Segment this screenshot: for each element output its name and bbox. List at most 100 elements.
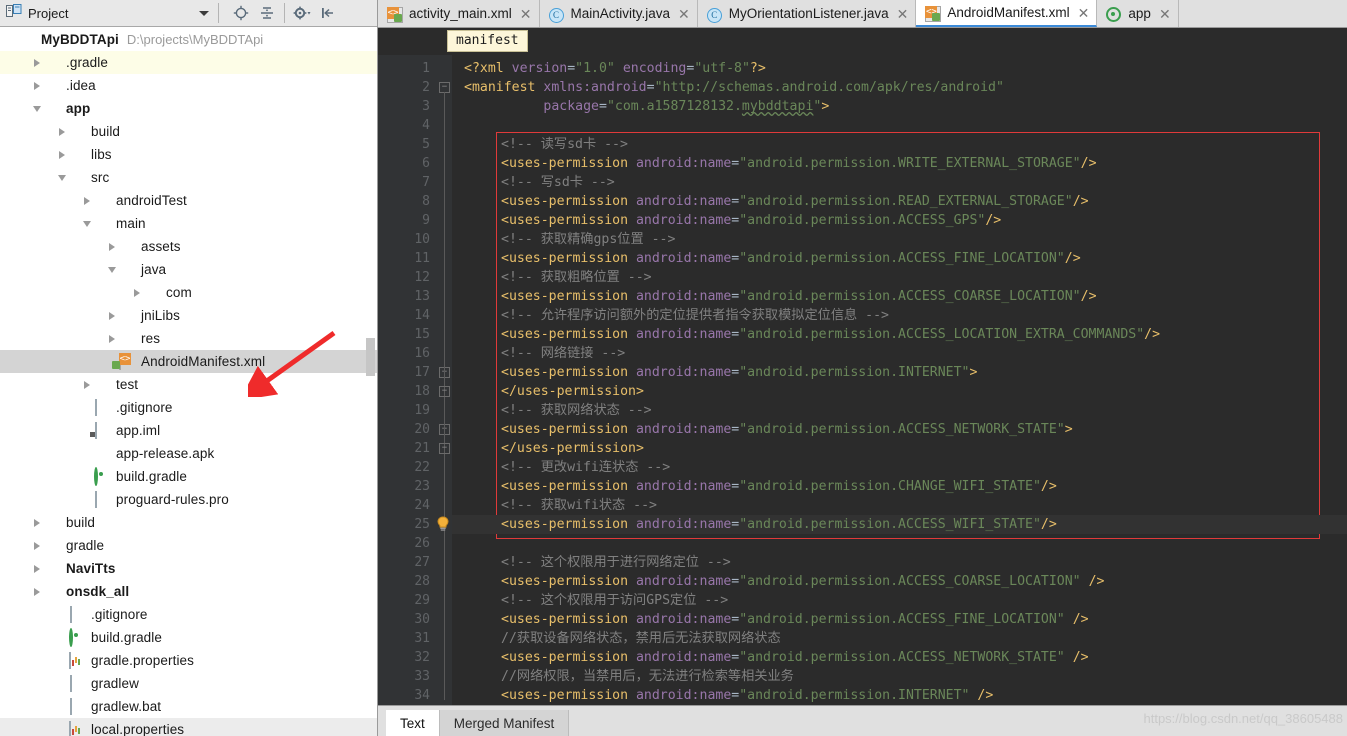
code-line[interactable]: <!-- 更改wifi连状态 --> xyxy=(501,458,670,477)
tree-row--gitignore[interactable]: .gitignore xyxy=(0,396,377,419)
tree-toggle-icon[interactable] xyxy=(56,125,69,138)
tree-toggle-icon[interactable] xyxy=(31,585,44,598)
breadcrumb-manifest[interactable]: manifest xyxy=(447,30,528,52)
tree-toggle-icon[interactable] xyxy=(106,240,119,253)
tree-row-test[interactable]: test xyxy=(0,373,377,396)
code-line[interactable]: <!-- 这个权限用于进行网络定位 --> xyxy=(501,553,731,572)
code-line[interactable]: <!-- 读写sd卡 --> xyxy=(501,135,628,154)
scrollbar-thumb[interactable] xyxy=(366,338,375,376)
close-icon[interactable]: ✕ xyxy=(1159,7,1171,21)
collapse-all-icon[interactable] xyxy=(255,2,279,24)
tree-toggle-icon[interactable] xyxy=(56,631,69,644)
tree-row-build-gradle[interactable]: build.gradle xyxy=(0,626,377,649)
editor-tab-myorientationlistener-java[interactable]: C MyOrientationListener.java ✕ xyxy=(697,0,917,27)
code-line[interactable]: </uses-permission> xyxy=(501,382,644,401)
tree-row-java[interactable]: java xyxy=(0,258,377,281)
tree-toggle-icon[interactable] xyxy=(81,194,94,207)
code-line[interactable]: <uses-permission android:name="android.p… xyxy=(501,363,977,382)
tree-toggle-icon[interactable] xyxy=(81,470,94,483)
code-line[interactable]: <?xml version="1.0" encoding="utf-8"?> xyxy=(464,59,766,78)
tree-toggle-icon[interactable] xyxy=(106,309,119,322)
tree-toggle-icon[interactable] xyxy=(31,56,44,69)
tree-row-build[interactable]: build xyxy=(0,511,377,534)
tree-row-assets[interactable]: assets xyxy=(0,235,377,258)
editor-tab-androidmanifest-xml[interactable]: AndroidManifest.xml ✕ xyxy=(916,0,1098,27)
hide-panel-icon[interactable] xyxy=(316,2,340,24)
code-line[interactable]: <uses-permission android:name="android.p… xyxy=(501,610,1089,629)
tree-toggle-icon[interactable] xyxy=(81,217,94,230)
tree-row-libs[interactable]: libs xyxy=(0,143,377,166)
tree-row-build-gradle[interactable]: build.gradle xyxy=(0,465,377,488)
tree-row-onsdk-all[interactable]: onsdk_all xyxy=(0,580,377,603)
tree-row-app-release-apk[interactable]: app-release.apk xyxy=(0,442,377,465)
tree-row-local-properties[interactable]: local.properties xyxy=(0,718,377,736)
close-icon[interactable]: ✕ xyxy=(1078,6,1090,20)
code-line[interactable]: <!-- 获取精确gps位置 --> xyxy=(501,230,675,249)
code-line[interactable]: <!-- 获取网络状态 --> xyxy=(501,401,652,420)
code-line[interactable]: </uses-permission> xyxy=(501,439,644,458)
tree-toggle-icon[interactable] xyxy=(81,401,94,414)
tree-toggle-icon[interactable] xyxy=(56,700,69,713)
tree-toggle[interactable] xyxy=(6,33,19,46)
code-line[interactable]: <uses-permission android:name="android.p… xyxy=(501,420,1073,439)
tree-row-app-iml[interactable]: app.iml xyxy=(0,419,377,442)
code-line[interactable]: <manifest xmlns:android="http://schemas.… xyxy=(464,78,1004,97)
tree-row-gradlew[interactable]: gradlew xyxy=(0,672,377,695)
code-line[interactable]: <uses-permission android:name="android.p… xyxy=(501,192,1089,211)
project-panel-scrollbar[interactable] xyxy=(366,28,375,735)
chevron-down-icon[interactable] xyxy=(199,10,209,16)
tree-row-androidmanifest-xml[interactable]: AndroidManifest.xml xyxy=(0,350,377,373)
tree-row-gradle-properties[interactable]: gradle.properties xyxy=(0,649,377,672)
code-editor[interactable]: 1 2 3 4 5 6 7 8 9 10 11 12 13 14 15 16 17 18 19 20 21 22 23 24 2… xyxy=(378,55,1347,705)
code-line[interactable]: //网络权限，当禁用后，无法进行检索等相关业务 xyxy=(501,667,794,686)
code-line[interactable]: //获取设备网络状态，禁用后无法获取网络状态 xyxy=(501,629,781,648)
code-line[interactable]: <uses-permission android:name="android.p… xyxy=(501,686,993,705)
fold-end-icon[interactable]: − xyxy=(439,386,450,397)
tree-row-main[interactable]: main xyxy=(0,212,377,235)
tree-toggle-icon[interactable] xyxy=(31,516,44,529)
tree-row--gradle[interactable]: .gradle xyxy=(0,51,377,74)
close-icon[interactable]: ✕ xyxy=(520,7,532,21)
close-icon[interactable]: ✕ xyxy=(678,7,690,21)
tree-row-jnilibs[interactable]: jniLibs xyxy=(0,304,377,327)
code-line[interactable]: package="com.a1587128132.mybddtapi"> xyxy=(464,97,829,116)
tree-row-src[interactable]: src xyxy=(0,166,377,189)
tree-row-proguard-rules-pro[interactable]: proguard-rules.pro xyxy=(0,488,377,511)
editor-tab-mainactivity-java[interactable]: C MainActivity.java ✕ xyxy=(539,0,698,27)
code-line[interactable]: <uses-permission android:name="android.p… xyxy=(501,572,1104,591)
tree-row--gitignore[interactable]: .gitignore xyxy=(0,603,377,626)
project-view-selector[interactable]: Project xyxy=(0,0,218,26)
close-icon[interactable]: ✕ xyxy=(897,7,909,21)
tree-toggle-icon[interactable] xyxy=(31,102,44,115)
bottom-tab-text[interactable]: Text xyxy=(386,710,440,736)
tree-row-gradlew-bat[interactable]: gradlew.bat xyxy=(0,695,377,718)
tree-row-build[interactable]: build xyxy=(0,120,377,143)
tree-row--idea[interactable]: .idea xyxy=(0,74,377,97)
tree-toggle-icon[interactable] xyxy=(56,723,69,736)
editor-tab-app[interactable]: app ✕ xyxy=(1097,0,1179,27)
settings-gear-icon[interactable] xyxy=(290,2,314,24)
code-line[interactable]: <!-- 网络链接 --> xyxy=(501,344,625,363)
tree-toggle-icon[interactable] xyxy=(31,562,44,575)
tree-toggle-icon[interactable] xyxy=(106,263,119,276)
tree-row-app[interactable]: app xyxy=(0,97,377,120)
code-line[interactable]: <!-- 这个权限用于访问GPS定位 --> xyxy=(501,591,728,610)
tree-row-androidtest[interactable]: androidTest xyxy=(0,189,377,212)
code-line[interactable]: <uses-permission android:name="android.p… xyxy=(501,211,1001,230)
tree-toggle-icon[interactable] xyxy=(31,539,44,552)
tree-row-com[interactable]: com xyxy=(0,281,377,304)
tree-toggle-icon[interactable] xyxy=(81,493,94,506)
tree-toggle-icon[interactable] xyxy=(56,148,69,161)
code-line[interactable]: <uses-permission android:name="android.p… xyxy=(501,287,1097,306)
code-folding-gutter[interactable]: −−−−− xyxy=(438,55,452,705)
code-line[interactable]: <uses-permission android:name="android.p… xyxy=(501,154,1097,173)
tree-row-navitts[interactable]: NaviTts xyxy=(0,557,377,580)
code-line[interactable]: <uses-permission android:name="android.p… xyxy=(501,325,1160,344)
intention-bulb-icon[interactable] xyxy=(436,516,450,532)
code-content[interactable]: <?xml version="1.0" encoding="utf-8"?> <m… xyxy=(452,55,1347,705)
editor-tab-activity-main-xml[interactable]: activity_main.xml ✕ xyxy=(378,0,540,27)
tree-row-gradle[interactable]: gradle xyxy=(0,534,377,557)
tree-toggle-icon[interactable] xyxy=(131,286,144,299)
tree-row-res[interactable]: res xyxy=(0,327,377,350)
code-line[interactable]: <uses-permission android:name="android.p… xyxy=(501,249,1081,268)
